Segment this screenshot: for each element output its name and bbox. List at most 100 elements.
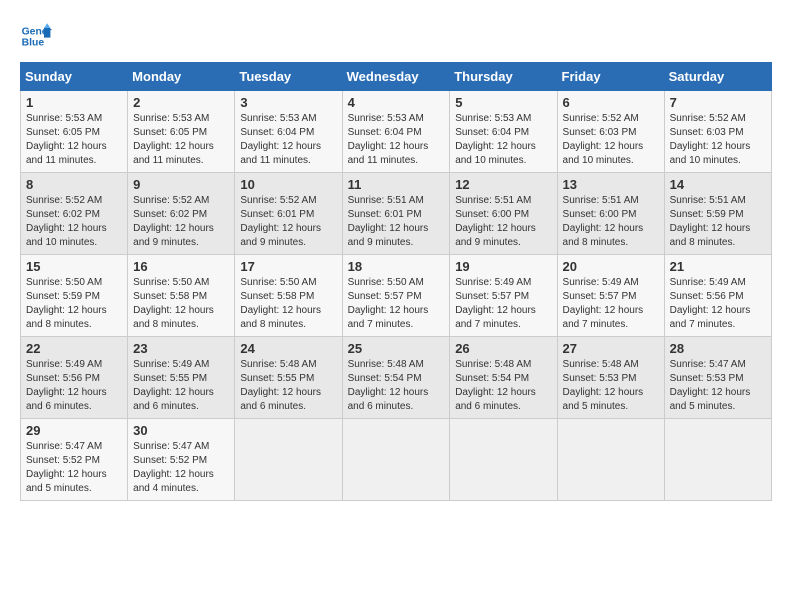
calendar-cell: 11 Sunrise: 5:51 AMSunset: 6:01 PMDaylig… <box>342 173 450 255</box>
calendar-week-row: 15 Sunrise: 5:50 AMSunset: 5:59 PMDaylig… <box>21 255 772 337</box>
calendar-table: SundayMondayTuesdayWednesdayThursdayFrid… <box>20 62 772 501</box>
day-number: 26 <box>455 341 551 356</box>
day-info: Sunrise: 5:49 AMSunset: 5:56 PMDaylight:… <box>670 276 766 332</box>
header-cell-monday: Monday <box>128 63 235 91</box>
day-number: 29 <box>26 423 122 438</box>
header-cell-sunday: Sunday <box>21 63 128 91</box>
day-number: 18 <box>348 259 445 274</box>
day-info: Sunrise: 5:53 AMSunset: 6:05 PMDaylight:… <box>133 112 229 168</box>
header-cell-tuesday: Tuesday <box>235 63 342 91</box>
calendar-cell: 2 Sunrise: 5:53 AMSunset: 6:05 PMDayligh… <box>128 91 235 173</box>
day-number: 8 <box>26 177 122 192</box>
day-number: 27 <box>563 341 659 356</box>
day-info: Sunrise: 5:52 AMSunset: 6:02 PMDaylight:… <box>26 194 122 250</box>
calendar-cell: 20 Sunrise: 5:49 AMSunset: 5:57 PMDaylig… <box>557 255 664 337</box>
day-info: Sunrise: 5:48 AMSunset: 5:54 PMDaylight:… <box>455 358 551 414</box>
calendar-cell: 8 Sunrise: 5:52 AMSunset: 6:02 PMDayligh… <box>21 173 128 255</box>
day-info: Sunrise: 5:50 AMSunset: 5:58 PMDaylight:… <box>240 276 336 332</box>
logo-icon: General Blue <box>20 20 52 52</box>
svg-text:Blue: Blue <box>22 38 45 49</box>
calendar-cell: 5 Sunrise: 5:53 AMSunset: 6:04 PMDayligh… <box>450 91 557 173</box>
day-info: Sunrise: 5:47 AMSunset: 5:52 PMDaylight:… <box>133 440 229 496</box>
day-number: 15 <box>26 259 122 274</box>
calendar-cell: 1 Sunrise: 5:53 AMSunset: 6:05 PMDayligh… <box>21 91 128 173</box>
calendar-cell: 19 Sunrise: 5:49 AMSunset: 5:57 PMDaylig… <box>450 255 557 337</box>
day-info: Sunrise: 5:53 AMSunset: 6:04 PMDaylight:… <box>348 112 445 168</box>
calendar-cell: 23 Sunrise: 5:49 AMSunset: 5:55 PMDaylig… <box>128 337 235 419</box>
day-number: 24 <box>240 341 336 356</box>
calendar-week-row: 22 Sunrise: 5:49 AMSunset: 5:56 PMDaylig… <box>21 337 772 419</box>
calendar-cell: 30 Sunrise: 5:47 AMSunset: 5:52 PMDaylig… <box>128 419 235 501</box>
calendar-cell <box>557 419 664 501</box>
day-info: Sunrise: 5:49 AMSunset: 5:57 PMDaylight:… <box>455 276 551 332</box>
day-number: 1 <box>26 95 122 110</box>
day-number: 3 <box>240 95 336 110</box>
day-info: Sunrise: 5:51 AMSunset: 6:00 PMDaylight:… <box>455 194 551 250</box>
calendar-cell: 7 Sunrise: 5:52 AMSunset: 6:03 PMDayligh… <box>664 91 771 173</box>
day-info: Sunrise: 5:48 AMSunset: 5:54 PMDaylight:… <box>348 358 445 414</box>
day-number: 21 <box>670 259 766 274</box>
calendar-cell: 15 Sunrise: 5:50 AMSunset: 5:59 PMDaylig… <box>21 255 128 337</box>
calendar-week-row: 1 Sunrise: 5:53 AMSunset: 6:05 PMDayligh… <box>21 91 772 173</box>
logo: General Blue <box>20 20 56 52</box>
header-row: SundayMondayTuesdayWednesdayThursdayFrid… <box>21 63 772 91</box>
calendar-cell: 4 Sunrise: 5:53 AMSunset: 6:04 PMDayligh… <box>342 91 450 173</box>
day-number: 9 <box>133 177 229 192</box>
day-number: 12 <box>455 177 551 192</box>
calendar-cell <box>450 419 557 501</box>
day-info: Sunrise: 5:49 AMSunset: 5:57 PMDaylight:… <box>563 276 659 332</box>
day-info: Sunrise: 5:50 AMSunset: 5:58 PMDaylight:… <box>133 276 229 332</box>
calendar-cell: 21 Sunrise: 5:49 AMSunset: 5:56 PMDaylig… <box>664 255 771 337</box>
day-info: Sunrise: 5:52 AMSunset: 6:01 PMDaylight:… <box>240 194 336 250</box>
calendar-week-row: 8 Sunrise: 5:52 AMSunset: 6:02 PMDayligh… <box>21 173 772 255</box>
calendar-cell: 16 Sunrise: 5:50 AMSunset: 5:58 PMDaylig… <box>128 255 235 337</box>
day-number: 25 <box>348 341 445 356</box>
day-info: Sunrise: 5:48 AMSunset: 5:53 PMDaylight:… <box>563 358 659 414</box>
header-cell-wednesday: Wednesday <box>342 63 450 91</box>
day-number: 13 <box>563 177 659 192</box>
day-info: Sunrise: 5:50 AMSunset: 5:57 PMDaylight:… <box>348 276 445 332</box>
calendar-cell: 6 Sunrise: 5:52 AMSunset: 6:03 PMDayligh… <box>557 91 664 173</box>
day-info: Sunrise: 5:52 AMSunset: 6:03 PMDaylight:… <box>670 112 766 168</box>
day-number: 28 <box>670 341 766 356</box>
day-info: Sunrise: 5:53 AMSunset: 6:04 PMDaylight:… <box>240 112 336 168</box>
day-info: Sunrise: 5:53 AMSunset: 6:05 PMDaylight:… <box>26 112 122 168</box>
day-number: 6 <box>563 95 659 110</box>
day-number: 2 <box>133 95 229 110</box>
day-info: Sunrise: 5:51 AMSunset: 6:01 PMDaylight:… <box>348 194 445 250</box>
day-number: 11 <box>348 177 445 192</box>
day-number: 23 <box>133 341 229 356</box>
page-header: General Blue <box>20 20 772 52</box>
day-number: 22 <box>26 341 122 356</box>
day-number: 16 <box>133 259 229 274</box>
day-info: Sunrise: 5:51 AMSunset: 5:59 PMDaylight:… <box>670 194 766 250</box>
day-number: 4 <box>348 95 445 110</box>
header-cell-thursday: Thursday <box>450 63 557 91</box>
calendar-week-row: 29 Sunrise: 5:47 AMSunset: 5:52 PMDaylig… <box>21 419 772 501</box>
calendar-cell: 13 Sunrise: 5:51 AMSunset: 6:00 PMDaylig… <box>557 173 664 255</box>
day-number: 19 <box>455 259 551 274</box>
header-cell-friday: Friday <box>557 63 664 91</box>
calendar-cell: 18 Sunrise: 5:50 AMSunset: 5:57 PMDaylig… <box>342 255 450 337</box>
day-info: Sunrise: 5:49 AMSunset: 5:55 PMDaylight:… <box>133 358 229 414</box>
day-number: 30 <box>133 423 229 438</box>
day-number: 17 <box>240 259 336 274</box>
calendar-cell: 22 Sunrise: 5:49 AMSunset: 5:56 PMDaylig… <box>21 337 128 419</box>
day-info: Sunrise: 5:53 AMSunset: 6:04 PMDaylight:… <box>455 112 551 168</box>
day-info: Sunrise: 5:50 AMSunset: 5:59 PMDaylight:… <box>26 276 122 332</box>
calendar-cell: 25 Sunrise: 5:48 AMSunset: 5:54 PMDaylig… <box>342 337 450 419</box>
day-info: Sunrise: 5:51 AMSunset: 6:00 PMDaylight:… <box>563 194 659 250</box>
day-info: Sunrise: 5:52 AMSunset: 6:02 PMDaylight:… <box>133 194 229 250</box>
calendar-cell: 10 Sunrise: 5:52 AMSunset: 6:01 PMDaylig… <box>235 173 342 255</box>
day-number: 10 <box>240 177 336 192</box>
calendar-cell: 27 Sunrise: 5:48 AMSunset: 5:53 PMDaylig… <box>557 337 664 419</box>
calendar-cell: 29 Sunrise: 5:47 AMSunset: 5:52 PMDaylig… <box>21 419 128 501</box>
day-number: 20 <box>563 259 659 274</box>
calendar-cell: 26 Sunrise: 5:48 AMSunset: 5:54 PMDaylig… <box>450 337 557 419</box>
calendar-cell: 24 Sunrise: 5:48 AMSunset: 5:55 PMDaylig… <box>235 337 342 419</box>
day-number: 14 <box>670 177 766 192</box>
calendar-cell <box>235 419 342 501</box>
calendar-cell: 3 Sunrise: 5:53 AMSunset: 6:04 PMDayligh… <box>235 91 342 173</box>
calendar-cell: 28 Sunrise: 5:47 AMSunset: 5:53 PMDaylig… <box>664 337 771 419</box>
day-info: Sunrise: 5:49 AMSunset: 5:56 PMDaylight:… <box>26 358 122 414</box>
